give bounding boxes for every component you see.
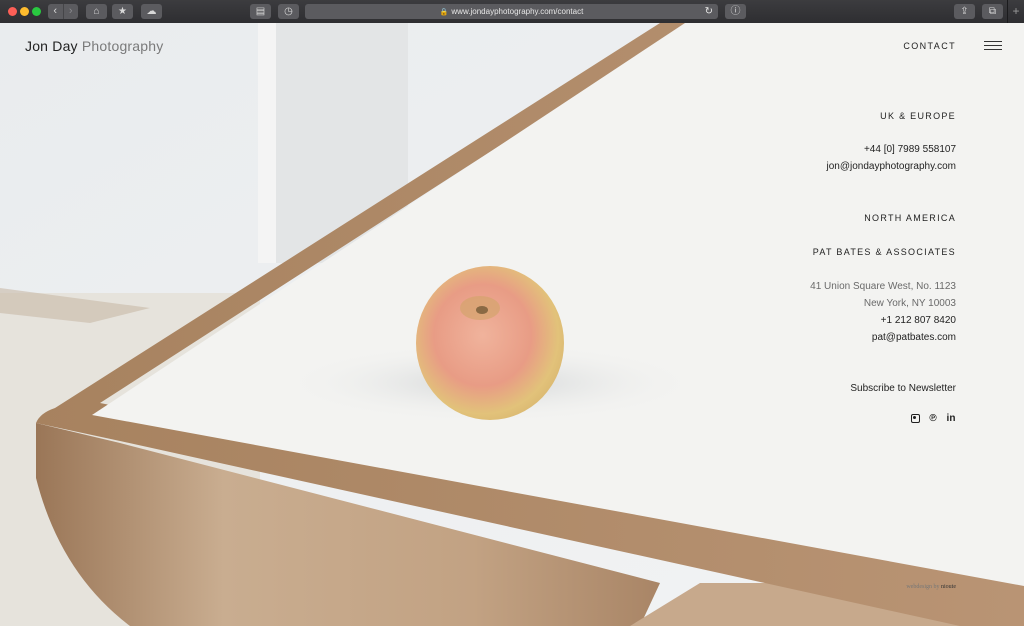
info-icon: ⓘ <box>730 6 741 17</box>
cloud-icon: ☁ <box>146 6 157 17</box>
hamburger-menu-icon[interactable] <box>984 41 1002 51</box>
plus-icon: + <box>1012 4 1020 18</box>
info-button[interactable]: ⓘ <box>725 4 746 19</box>
na-heading: NORTH AMERICA <box>864 213 956 223</box>
sidebar-button[interactable]: ▤ <box>250 4 271 19</box>
tabs-icon: ⧉ <box>988 6 997 17</box>
social-links: ℗ in <box>910 413 956 424</box>
reload-button[interactable]: ↻ <box>705 4 713 19</box>
history-button[interactable]: ◷ <box>278 4 299 19</box>
nav-contact-link[interactable]: CONTACT <box>903 41 956 51</box>
webdesign-credit[interactable]: webdesign by nioute <box>906 584 956 590</box>
share-icon: ⇪ <box>960 6 969 17</box>
logo-name: Jon Day <box>25 38 78 54</box>
uk-phone[interactable]: +44 [0] 7989 558107 <box>864 144 956 155</box>
tab-overview-button[interactable]: ⧉ <box>982 4 1003 19</box>
lock-icon: 🔒 <box>439 9 449 16</box>
linkedin-icon[interactable]: in <box>946 413 956 424</box>
zoom-window-button[interactable] <box>32 7 41 16</box>
icloud-button[interactable]: ☁ <box>141 4 162 19</box>
star-icon: ★ <box>118 6 127 17</box>
forward-button[interactable]: › <box>62 4 79 19</box>
browser-toolbar: ‹ › ⌂ ★ ☁ ▤ ◷ 🔒 www.jondayphotography.com… <box>0 0 1024 24</box>
background-photo <box>0 23 1024 626</box>
address-bar[interactable]: 🔒 www.jondayphotography.com/contact ↻ <box>305 4 718 19</box>
credit-prefix: webdesign by <box>906 584 941 590</box>
pinterest-icon[interactable]: ℗ <box>928 413 938 424</box>
uk-email[interactable]: jon@jondayphotography.com <box>827 161 957 172</box>
back-button[interactable]: ‹ <box>48 4 63 19</box>
new-tab-button[interactable]: + <box>1007 0 1024 23</box>
site-logo[interactable]: Jon Day Photography <box>25 38 163 54</box>
clock-icon: ◷ <box>284 6 293 17</box>
na-phone[interactable]: +1 212 807 8420 <box>881 315 956 326</box>
sidebar-icon: ▤ <box>255 6 266 17</box>
history-nav: ‹ › <box>48 4 78 19</box>
home-icon: ⌂ <box>93 6 100 17</box>
bookmarks-button[interactable]: ★ <box>112 4 133 19</box>
address-line-2: New York, NY 10003 <box>863 298 956 309</box>
close-window-button[interactable] <box>8 7 17 16</box>
address-line-1: 41 Union Square West, No. 1123 <box>810 281 956 292</box>
url-text: www.jondayphotography.com/contact <box>451 7 584 16</box>
na-email[interactable]: pat@patbates.com <box>872 332 956 343</box>
home-button[interactable]: ⌂ <box>86 4 107 19</box>
share-button[interactable]: ⇪ <box>954 4 975 19</box>
logo-photography: Photography <box>81 38 164 54</box>
newsletter-link[interactable]: Subscribe to Newsletter <box>850 383 956 394</box>
agency-name: PAT BATES & ASSOCIATES <box>812 247 956 257</box>
web-page: Jon Day Photography CONTACT UK & EUROPE … <box>0 23 1024 626</box>
minimize-window-button[interactable] <box>20 7 29 16</box>
credit-name: nioute <box>941 584 956 590</box>
instagram-icon[interactable] <box>910 413 920 423</box>
uk-heading: UK & EUROPE <box>880 111 956 121</box>
